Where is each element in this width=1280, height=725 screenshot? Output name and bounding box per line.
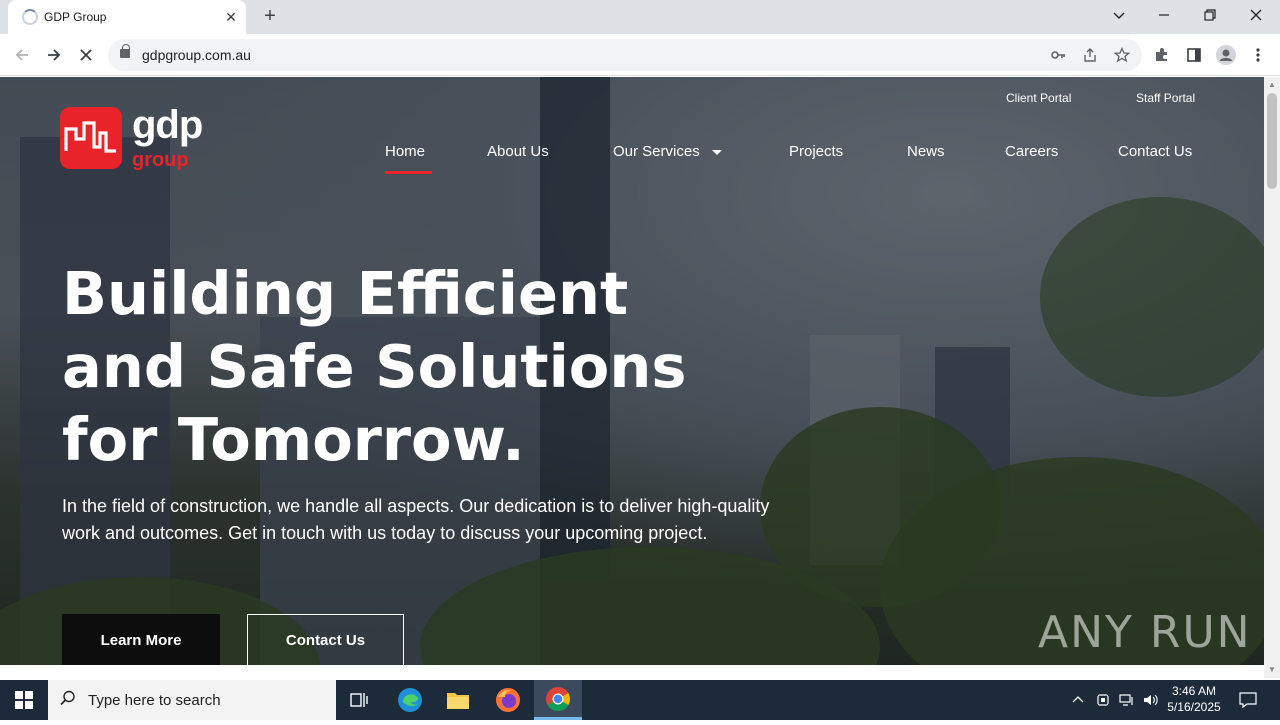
horizontal-scroll-track xyxy=(0,665,1264,678)
lock-icon xyxy=(120,44,130,58)
task-view-button[interactable] xyxy=(336,680,384,720)
share-icon[interactable] xyxy=(1080,45,1100,65)
firefox-app-button[interactable] xyxy=(484,680,532,720)
nav-our-services-label: Our Services xyxy=(613,143,700,160)
close-icon xyxy=(1250,9,1262,21)
back-button[interactable] xyxy=(10,43,34,67)
profile-button[interactable] xyxy=(1214,43,1238,67)
hero-headline: Building Efficient and Safe Solutions fo… xyxy=(62,257,782,476)
nav-careers[interactable]: Careers xyxy=(1005,143,1058,160)
nav-projects[interactable]: Projects xyxy=(789,143,843,160)
browser-tab[interactable]: GDP Group ✕ xyxy=(8,0,246,34)
anyrun-watermark: ANY RUN xyxy=(1038,607,1252,658)
clock-time: 3:46 AM xyxy=(1171,684,1217,698)
logo-mark-icon xyxy=(60,107,122,169)
taskbar-search-placeholder: Type here to search xyxy=(88,692,221,709)
extensions-button[interactable] xyxy=(1150,43,1174,67)
logo-text-group: group xyxy=(132,149,189,171)
tab-strip: GDP Group ✕ + xyxy=(0,0,1280,34)
start-button[interactable] xyxy=(0,680,48,720)
forward-button[interactable] xyxy=(42,43,66,67)
stop-icon xyxy=(80,49,92,61)
network-icon[interactable] xyxy=(1116,680,1138,720)
edge-app-button[interactable] xyxy=(386,680,434,720)
tray-device-icon[interactable] xyxy=(1093,680,1113,720)
windows-logo-icon xyxy=(15,691,33,709)
web-page: gdp group Client Portal Staff Portal Hom… xyxy=(0,77,1264,665)
chevron-up-icon xyxy=(1072,696,1084,703)
taskbar-search-box[interactable]: Type here to search xyxy=(48,680,336,720)
search-icon xyxy=(60,690,75,706)
menu-button[interactable] xyxy=(1246,43,1270,67)
client-portal-link[interactable]: Client Portal xyxy=(1006,91,1071,105)
close-window-button[interactable] xyxy=(1242,4,1270,26)
hero-headline-line: Building Efficient xyxy=(62,259,629,328)
scroll-up-icon[interactable]: ▲ xyxy=(1268,81,1276,89)
side-panel-icon xyxy=(1187,48,1201,62)
minimize-icon xyxy=(1159,14,1169,16)
task-view-icon xyxy=(350,693,368,707)
stop-loading-button[interactable] xyxy=(74,43,98,67)
staff-portal-link[interactable]: Staff Portal xyxy=(1136,91,1195,105)
nav-home[interactable]: Home xyxy=(385,143,425,160)
background-tree xyxy=(1040,197,1264,397)
notification-icon xyxy=(1239,692,1257,709)
back-arrow-icon xyxy=(15,49,28,61)
file-explorer-button[interactable] xyxy=(434,680,482,720)
taskbar: Type here to search 3:46 AM 5/16/2025 xyxy=(0,680,1280,720)
vertical-scrollbar[interactable]: ▲ ▼ xyxy=(1264,77,1280,678)
clock[interactable]: 3:46 AM 5/16/2025 xyxy=(1164,680,1224,720)
chrome-icon xyxy=(546,687,570,712)
kebab-menu-icon xyxy=(1256,48,1260,62)
minimize-button[interactable] xyxy=(1150,4,1178,26)
scroll-down-icon[interactable]: ▼ xyxy=(1268,666,1276,674)
puzzle-icon xyxy=(1156,48,1167,61)
volume-icon[interactable] xyxy=(1140,680,1162,720)
address-bar[interactable]: gdpgroup.com.au xyxy=(108,39,1142,71)
chevron-down-icon xyxy=(1113,12,1125,19)
firefox-icon xyxy=(496,688,520,712)
restore-icon xyxy=(1204,9,1216,21)
chrome-app-button[interactable] xyxy=(534,680,582,720)
url-text[interactable]: gdpgroup.com.au xyxy=(142,47,251,63)
new-tab-button[interactable]: + xyxy=(258,4,282,28)
tab-close-button[interactable]: ✕ xyxy=(222,8,240,26)
nav-news[interactable]: News xyxy=(907,143,945,160)
tab-search-button[interactable] xyxy=(1105,4,1133,26)
forward-arrow-icon xyxy=(48,49,61,61)
side-panel-button[interactable] xyxy=(1182,43,1206,67)
learn-more-button[interactable]: Learn More xyxy=(62,614,220,665)
hero-headline-line: for Tomorrow. xyxy=(62,405,525,474)
restore-button[interactable] xyxy=(1196,4,1224,26)
notifications-button[interactable] xyxy=(1232,680,1264,720)
bookmark-star-icon[interactable] xyxy=(1112,45,1132,65)
loading-spinner-icon xyxy=(22,9,38,25)
key-icon[interactable] xyxy=(1048,45,1068,65)
nav-our-services[interactable]: Our Services xyxy=(613,143,722,160)
nav-about-us[interactable]: About Us xyxy=(487,143,549,160)
tray-overflow-button[interactable] xyxy=(1068,680,1088,720)
scroll-thumb[interactable] xyxy=(1267,93,1277,189)
hero-section: gdp group Client Portal Staff Portal Hom… xyxy=(0,77,1264,665)
folder-icon xyxy=(447,693,469,709)
clock-date: 5/16/2025 xyxy=(1167,700,1221,714)
nav-active-indicator xyxy=(385,171,432,174)
hero-subtext: In the field of construction, we handle … xyxy=(62,496,770,543)
edge-icon xyxy=(398,688,422,712)
tab-title: GDP Group xyxy=(44,10,107,24)
nav-contact-us[interactable]: Contact Us xyxy=(1118,143,1192,160)
avatar-icon xyxy=(1216,45,1236,65)
logo-text-gdp: gdp xyxy=(132,103,203,147)
caret-down-icon xyxy=(711,149,722,155)
hero-headline-line: and Safe Solutions xyxy=(62,332,687,401)
browser-toolbar: gdpgroup.com.au xyxy=(0,34,1280,76)
contact-us-button[interactable]: Contact Us xyxy=(247,614,404,665)
